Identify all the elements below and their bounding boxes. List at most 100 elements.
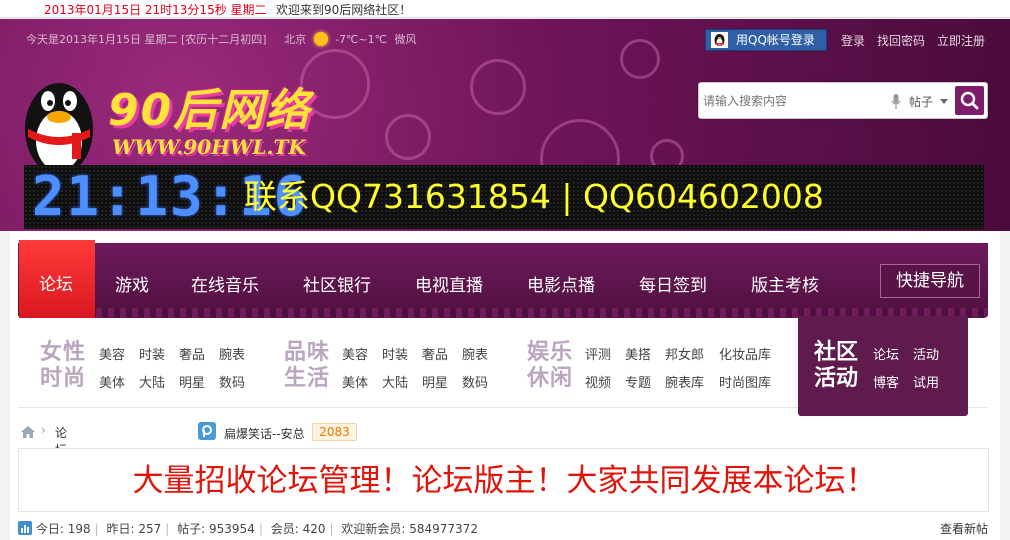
sub-link[interactable]: 数码 bbox=[219, 372, 245, 391]
decor-bubble bbox=[470, 59, 526, 115]
posts-label: 帖子: bbox=[177, 522, 206, 536]
sub-link[interactable]: 美体 bbox=[99, 372, 125, 391]
group-title-line: 休闲 bbox=[527, 366, 574, 391]
stats-chart-icon bbox=[18, 521, 32, 535]
group-title-line: 生活 bbox=[284, 366, 331, 391]
contact-qq-text: 联系QQ731631854 | QQ604602008 bbox=[244, 177, 824, 216]
quick-nav-button[interactable]: 快捷导航 bbox=[880, 264, 980, 298]
group-title-line: 社区 bbox=[814, 340, 859, 365]
sub-link[interactable]: 大陆 bbox=[382, 372, 408, 391]
community-link[interactable]: 博客 bbox=[873, 372, 899, 391]
forum-stats: 今日: 198 | 昨日: 257 | 帖子: 953954 | 会员: 420 | 欢… bbox=[18, 520, 989, 538]
sub-link[interactable]: 明星 bbox=[179, 372, 205, 391]
newest-member-label: 欢迎新会员: bbox=[341, 522, 406, 536]
announcement-text: 大量招收论坛管理！论坛版主！大家共同发展本论坛！ bbox=[132, 463, 877, 499]
welcome-text: 欢迎来到90后网络社区！ bbox=[276, 3, 412, 17]
search-type-select[interactable]: 帖子 bbox=[909, 93, 933, 110]
today-label: 今日: bbox=[35, 522, 64, 536]
search-icon bbox=[960, 91, 979, 110]
site-header: 今天是2013年1月15日 星期二 [农历十二月初四] 北京 -7℃~1℃ 微风… bbox=[0, 19, 1010, 231]
sub-link[interactable]: 美搭 bbox=[625, 344, 651, 363]
sub-link[interactable]: 时尚图库 bbox=[719, 372, 771, 391]
sub-link[interactable]: 美容 bbox=[342, 344, 368, 363]
find-password-link[interactable]: 找回密码 bbox=[877, 32, 925, 49]
search-button[interactable] bbox=[955, 86, 984, 115]
nav-item-daily-checkin[interactable]: 每日签到 bbox=[639, 271, 707, 296]
group-title-fashion: 女性 时尚 bbox=[40, 340, 86, 392]
community-link[interactable]: 试用 bbox=[913, 372, 939, 391]
group-title-line: 女性 bbox=[40, 340, 87, 365]
sub-link[interactable]: 化妆品库 bbox=[719, 344, 771, 363]
sub-link[interactable]: 奢品 bbox=[179, 344, 205, 363]
hot-thread-icon bbox=[198, 422, 216, 440]
breadcrumb-separator: › bbox=[41, 423, 46, 437]
nav-item-moderator-exam[interactable]: 版主考核 bbox=[751, 271, 819, 296]
members-count: 420 bbox=[302, 522, 326, 536]
site-logo-url: WWW.90HWL.TK bbox=[112, 135, 306, 159]
sub-link[interactable]: 视频 bbox=[585, 372, 611, 391]
chevron-down-icon[interactable] bbox=[940, 99, 948, 104]
community-link[interactable]: 论坛 bbox=[873, 344, 899, 363]
sub-link[interactable]: 时装 bbox=[382, 344, 408, 363]
yesterday-label: 昨日: bbox=[106, 522, 135, 536]
date-weather-line: 今天是2013年1月15日 星期二 [农历十二月初四] 北京 -7℃~1℃ 微风 bbox=[26, 31, 416, 47]
hot-count-badge: 2083 bbox=[312, 423, 357, 441]
register-link[interactable]: 立即注册 bbox=[937, 32, 985, 49]
main-nav bbox=[18, 243, 988, 316]
lunar-date-text: 今天是2013年1月15日 星期二 [农历十二月初四] bbox=[26, 33, 267, 46]
sub-link[interactable]: 明星 bbox=[422, 372, 448, 391]
group-title-line: 品味 bbox=[284, 340, 331, 365]
qq-login-label: 用QQ帐号登录 bbox=[736, 33, 815, 47]
posts-count: 953954 bbox=[209, 522, 255, 536]
community-link[interactable]: 活动 bbox=[913, 344, 939, 363]
nav-item-tv-live[interactable]: 电视直播 bbox=[415, 271, 483, 296]
group-title-lifestyle: 品味 生活 bbox=[284, 340, 330, 392]
nav-item-forum[interactable]: 论坛 bbox=[19, 240, 95, 326]
announcement-banner: 大量招收论坛管理！论坛版主！大家共同发展本论坛！ bbox=[18, 448, 989, 512]
sub-link[interactable]: 美体 bbox=[342, 372, 368, 391]
today-count: 198 bbox=[67, 522, 91, 536]
newest-member-link[interactable]: 584977372 bbox=[409, 522, 478, 536]
login-link[interactable]: 登录 bbox=[841, 32, 865, 49]
sub-link[interactable]: 邦女郎 bbox=[665, 344, 704, 363]
search-input[interactable] bbox=[703, 91, 883, 111]
city-text: 北京 bbox=[284, 33, 307, 46]
sub-link[interactable]: 腕表 bbox=[462, 344, 488, 363]
top-strip: 2013年01月15日 21时13分15秒 星期二 欢迎来到90后网络社区！ bbox=[0, 0, 1010, 18]
home-icon[interactable] bbox=[20, 425, 36, 439]
temperature-text: -7℃~1℃ bbox=[335, 33, 387, 46]
decor-bubble bbox=[620, 39, 660, 79]
led-banner: 21:13:16 联系QQ731631854 | QQ604602008 bbox=[24, 165, 984, 229]
nav-item-community-bank[interactable]: 社区银行 bbox=[303, 271, 371, 296]
group-title-line: 时尚 bbox=[40, 366, 87, 391]
nav-item-label: 论坛 bbox=[39, 275, 73, 295]
sun-icon bbox=[313, 32, 328, 46]
sub-link[interactable]: 专题 bbox=[625, 372, 651, 391]
group-title-line: 活动 bbox=[814, 366, 859, 391]
group-title-line: 娱乐 bbox=[527, 340, 574, 365]
search-box: 帖子 bbox=[698, 82, 988, 119]
qq-penguin-icon bbox=[711, 32, 728, 48]
sub-link[interactable]: 大陆 bbox=[139, 372, 165, 391]
community-events-panel: 社区 活动 论坛 活动 博客 试用 bbox=[798, 316, 968, 416]
view-new-posts-link[interactable]: 查看新帖 bbox=[940, 520, 988, 537]
site-logo-text: 90后网络 bbox=[108, 85, 312, 136]
current-datetime: 2013年01月15日 21时13分15秒 星期二 bbox=[44, 3, 267, 17]
wind-text: 微风 bbox=[394, 33, 417, 46]
sub-link[interactable]: 腕表库 bbox=[665, 372, 704, 391]
decor-bubble bbox=[385, 114, 431, 160]
group-title-entertainment: 娱乐 休闲 bbox=[527, 340, 573, 392]
sub-link[interactable]: 评测 bbox=[585, 344, 611, 363]
qq-penguin-logo-icon bbox=[25, 83, 93, 179]
sub-link[interactable]: 时装 bbox=[139, 344, 165, 363]
nav-item-online-music[interactable]: 在线音乐 bbox=[191, 271, 259, 296]
microphone-icon[interactable] bbox=[891, 94, 901, 109]
sub-link[interactable]: 数码 bbox=[462, 372, 488, 391]
sub-link[interactable]: 美容 bbox=[99, 344, 125, 363]
sub-link[interactable]: 奢品 bbox=[422, 344, 448, 363]
qq-login-button[interactable]: 用QQ帐号登录 bbox=[705, 29, 827, 51]
sub-link[interactable]: 腕表 bbox=[219, 344, 245, 363]
nav-item-games[interactable]: 游戏 bbox=[115, 271, 149, 296]
hot-thread-title: 扁爆笑话--安总 bbox=[224, 427, 305, 441]
nav-item-movies[interactable]: 电影点播 bbox=[527, 271, 595, 296]
